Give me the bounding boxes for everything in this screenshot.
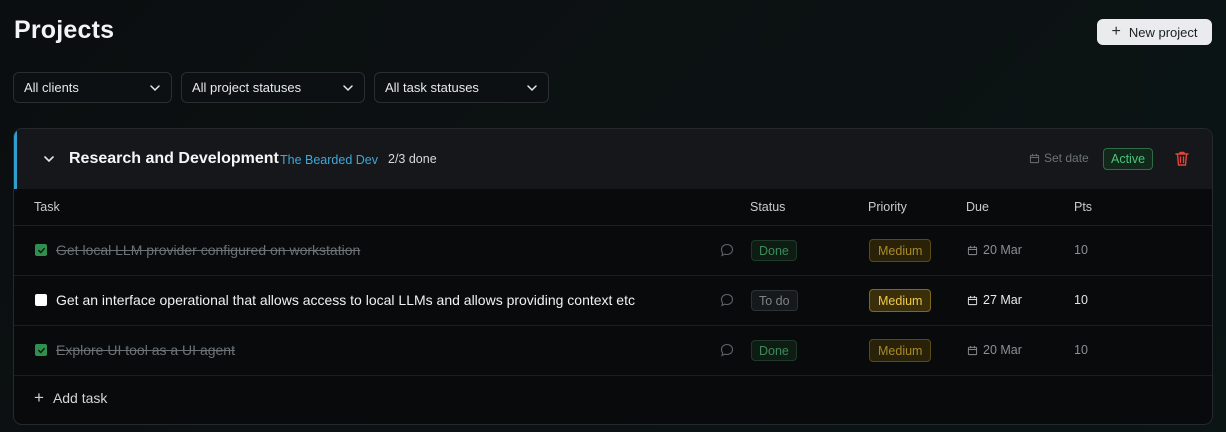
task-status-filter-label: All task statuses (385, 80, 479, 95)
page-title: Projects (14, 16, 115, 44)
project-status-badge[interactable]: Active (1103, 148, 1154, 170)
task-title[interactable]: Get local LLM provider configured on wor… (56, 242, 360, 258)
comment-icon[interactable] (720, 343, 734, 357)
column-header-pts: Pts (1074, 200, 1093, 214)
client-filter-label: All clients (24, 80, 79, 95)
table-row[interactable]: Get local LLM provider configured on wor… (14, 226, 1212, 276)
add-task-label: Add task (52, 389, 108, 406)
new-project-label: New project (1128, 24, 1198, 40)
chevron-down-icon (527, 84, 537, 91)
due-date-label: 27 Mar (983, 293, 1022, 307)
calendar-icon (967, 345, 978, 355)
client-filter-select[interactable]: All clients (13, 72, 172, 103)
task-status-filter-select[interactable]: All task statuses (374, 72, 549, 103)
check-icon (37, 347, 45, 354)
priority-pill[interactable]: Medium (869, 239, 932, 262)
column-header-priority: Priority (868, 200, 907, 214)
column-header-task: Task (34, 200, 60, 214)
check-icon (37, 247, 45, 254)
task-points[interactable]: 10 (1074, 343, 1088, 357)
priority-pill[interactable]: Medium (869, 289, 932, 312)
priority-pill[interactable]: Medium (869, 339, 932, 362)
plus-icon: + (34, 388, 44, 407)
filter-bar: All clients All project statuses All tas… (13, 72, 549, 103)
calendar-icon (967, 245, 978, 255)
project-status-filter-label: All project statuses (192, 80, 302, 95)
chevron-down-icon (343, 84, 353, 91)
comment-icon[interactable] (720, 243, 734, 257)
status-pill[interactable]: To do (751, 290, 798, 311)
due-date[interactable]: 20 Mar (967, 243, 1022, 257)
column-header-status: Status (750, 200, 786, 214)
chevron-down-icon (150, 84, 160, 91)
add-task-button[interactable]: + Add task (34, 389, 107, 406)
calendar-icon (967, 295, 978, 305)
due-date-label: 20 Mar (983, 343, 1022, 357)
plus-icon: + (1111, 23, 1121, 40)
table-row[interactable]: Explore UI tool as a UI agent Done Mediu… (14, 326, 1212, 376)
project-status-filter-select[interactable]: All project statuses (181, 72, 365, 103)
project-progress: 2/3 done (388, 152, 437, 166)
trash-icon[interactable] (1174, 150, 1190, 167)
task-title[interactable]: Get an interface operational that allows… (56, 292, 635, 308)
task-points[interactable]: 10 (1074, 243, 1088, 257)
status-pill[interactable]: Done (751, 340, 797, 361)
checkbox-icon[interactable] (35, 294, 47, 306)
collapse-chevron-icon[interactable] (42, 152, 56, 166)
comment-icon[interactable] (720, 293, 734, 307)
project-name: Research and Development (69, 150, 279, 167)
project-header: Research and Development The Bearded Dev… (14, 129, 1212, 189)
status-pill[interactable]: Done (751, 240, 797, 261)
set-date-button[interactable]: Set date (1029, 151, 1089, 165)
table-header: Task Status Priority Due Pts (14, 189, 1212, 226)
due-date[interactable]: 20 Mar (967, 343, 1022, 357)
checkbox-icon[interactable] (35, 344, 47, 356)
table-row[interactable]: Get an interface operational that allows… (14, 276, 1212, 326)
task-points[interactable]: 10 (1074, 293, 1088, 307)
set-date-label: Set date (1044, 151, 1089, 165)
project-card: Research and Development The Bearded Dev… (13, 128, 1213, 425)
task-title[interactable]: Explore UI tool as a UI agent (56, 342, 235, 358)
project-client-link[interactable]: The Bearded Dev (280, 153, 378, 167)
new-project-button[interactable]: + New project (1097, 19, 1212, 45)
column-header-due: Due (966, 200, 989, 214)
due-date[interactable]: 27 Mar (967, 293, 1022, 307)
calendar-icon (1029, 153, 1040, 163)
due-date-label: 20 Mar (983, 243, 1022, 257)
checkbox-icon[interactable] (35, 244, 47, 256)
